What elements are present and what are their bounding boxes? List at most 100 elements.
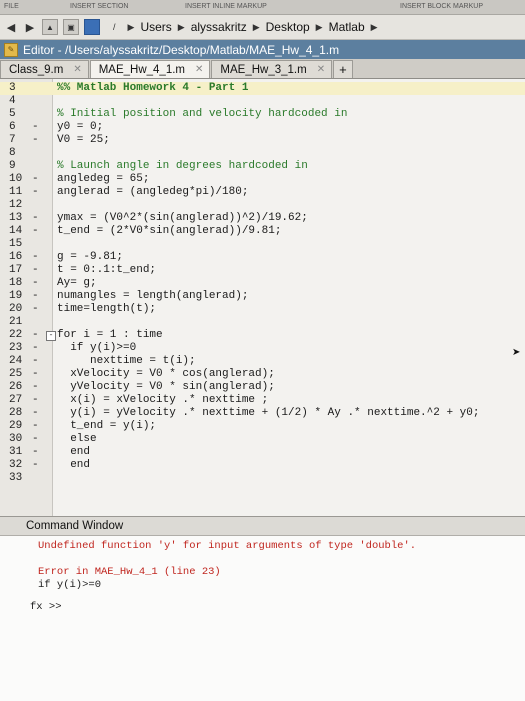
breakpoint-marker[interactable]: - xyxy=(32,264,39,277)
breakpoint-marker[interactable]: - xyxy=(32,407,39,420)
ribbon-insert-block-markup[interactable]: INSERT BLOCK MARKUP xyxy=(400,3,483,10)
code-text: yVelocity = V0 * sin(anglerad); xyxy=(57,381,275,393)
close-icon[interactable]: ✕ xyxy=(73,64,81,75)
code-line[interactable]: 33 xyxy=(0,472,525,485)
code-text: Ay= g; xyxy=(57,277,97,289)
breadcrumb-matlab[interactable]: Matlab xyxy=(329,20,365,34)
breakpoint-marker[interactable]: - xyxy=(32,121,39,134)
code-line[interactable]: 11- anglerad = (angledeg*pi)/180; xyxy=(0,186,525,199)
code-line[interactable]: 26- yVelocity = V0 * sin(anglerad); xyxy=(0,381,525,394)
code-line[interactable]: 18- Ay= g; xyxy=(0,277,525,290)
tab-label: Class_9.m xyxy=(9,63,64,76)
ribbon-tab-file[interactable]: FILE xyxy=(4,3,19,10)
code-line[interactable]: 17- t = 0:.1:t_end; xyxy=(0,264,525,277)
error-message: Error in MAE_Hw_4_1 (line 23) xyxy=(38,566,221,578)
breakpoint-marker[interactable]: - xyxy=(32,342,39,355)
code-line[interactable]: 3 %% Matlab Homework 4 - Part 1 xyxy=(0,82,525,95)
breakpoint-marker[interactable]: - xyxy=(32,446,39,459)
tab-mae-hw-3-1[interactable]: MAE_Hw_3_1.m ✕ xyxy=(211,60,333,78)
breakpoint-marker[interactable]: - xyxy=(32,459,39,472)
breakpoint-marker[interactable]: - xyxy=(32,173,39,186)
breadcrumb-desktop[interactable]: Desktop xyxy=(266,20,310,34)
code-line[interactable]: 31- end xyxy=(0,446,525,459)
code-text: ymax = (V0^2*(sin(anglerad))^2)/19.62; xyxy=(57,212,308,224)
tab-class-9[interactable]: Class_9.m ✕ xyxy=(0,60,89,78)
ribbon-insert-inline-markup[interactable]: INSERT INLINE MARKUP xyxy=(185,3,267,10)
breakpoint-marker[interactable]: - xyxy=(32,394,39,407)
code-line[interactable]: 4 xyxy=(0,95,525,108)
breakpoint-marker[interactable]: - xyxy=(32,225,39,238)
fold-toggle-icon[interactable]: - xyxy=(46,331,56,341)
code-line[interactable]: 29- t_end = y(i); xyxy=(0,420,525,433)
root-folder-icon[interactable] xyxy=(84,19,100,35)
code-line[interactable]: 13- ymax = (V0^2*(sin(anglerad))^2)/19.62… xyxy=(0,212,525,225)
code-line[interactable]: 20- time=length(t); xyxy=(0,303,525,316)
line-number: 13 xyxy=(9,212,23,224)
code-text: time=length(t); xyxy=(57,303,157,315)
code-line[interactable]: 8 xyxy=(0,147,525,160)
code-line[interactable]: 19- numangles = length(anglerad); xyxy=(0,290,525,303)
line-number: 15 xyxy=(9,238,23,250)
code-line[interactable]: 24- nexttime = t(i); xyxy=(0,355,525,368)
up-folder-icon[interactable]: ▲ xyxy=(42,19,58,35)
code-line[interactable]: 30- else xyxy=(0,433,525,446)
code-line[interactable]: 6 - y0 = 0; xyxy=(0,121,525,134)
back-arrow-icon[interactable]: ◀ xyxy=(4,20,18,34)
breakpoint-marker[interactable]: - xyxy=(32,368,39,381)
command-prompt[interactable]: fx >> xyxy=(30,601,62,614)
code-line[interactable]: 25- xVelocity = V0 * cos(anglerad); xyxy=(0,368,525,381)
breakpoint-marker[interactable]: - xyxy=(32,303,39,316)
new-tab-button[interactable]: + xyxy=(333,60,353,78)
code-line[interactable]: 5 % Initial position and velocity hardcod… xyxy=(0,108,525,121)
line-number: 24 xyxy=(9,355,23,367)
code-line[interactable]: 14- t_end = (2*V0*sin(anglerad))/9.81; xyxy=(0,225,525,238)
code-line[interactable]: 32- end xyxy=(0,459,525,472)
code-line[interactable]: 15 xyxy=(0,238,525,251)
line-number: 8 xyxy=(9,147,16,159)
editor-title: Editor - /Users/alyssakritz/Desktop/Matl… xyxy=(23,42,340,57)
breakpoint-marker[interactable]: - xyxy=(32,329,39,342)
ribbon-insert-section[interactable]: INSERT SECTION xyxy=(70,3,128,10)
breadcrumb-chevron-icon[interactable]: ▶ xyxy=(371,22,378,33)
code-text: y(i) = yVelocity .* nexttime + (1/2) * A… xyxy=(57,407,480,419)
code-line[interactable]: 10- angledeg = 65; xyxy=(0,173,525,186)
code-line[interactable]: 28- y(i) = yVelocity .* nexttime + (1/2)… xyxy=(0,407,525,420)
command-window[interactable]: Command Window Undefined function 'y' fo… xyxy=(0,516,525,701)
code-line[interactable]: 7 - V0 = 25; xyxy=(0,134,525,147)
breakpoint-marker[interactable]: - xyxy=(32,433,39,446)
code-line[interactable]: 22- - for i = 1 : time xyxy=(0,329,525,342)
code-line[interactable]: 9 % Launch angle in degrees hardcoded in xyxy=(0,160,525,173)
error-message: Undefined function 'y' for input argumen… xyxy=(38,540,417,552)
breakpoint-marker[interactable]: - xyxy=(32,212,39,225)
forward-arrow-icon[interactable]: ▶ xyxy=(23,20,37,34)
code-editor[interactable]: 3 %% Matlab Homework 4 - Part 1 4 5 % Initia… xyxy=(0,79,525,516)
code-line[interactable]: 12 xyxy=(0,199,525,212)
code-line[interactable]: 23- if y(i)>=0 xyxy=(0,342,525,355)
breadcrumb: / ▶ Users ▶ alyssakritz ▶ Desktop ▶ Matl… xyxy=(107,20,384,34)
browse-folder-icon[interactable]: ▣ xyxy=(63,19,79,35)
breakpoint-marker[interactable]: - xyxy=(32,277,39,290)
code-line[interactable]: 21 xyxy=(0,316,525,329)
breakpoint-marker[interactable]: - xyxy=(32,381,39,394)
breadcrumb-users[interactable]: Users xyxy=(140,20,171,34)
code-text: y0 = 0; xyxy=(57,121,104,133)
code-text: if y(i)>=0 xyxy=(57,342,137,354)
breakpoint-marker[interactable]: - xyxy=(32,186,39,199)
breadcrumb-alyssakritz[interactable]: alyssakritz xyxy=(191,20,247,34)
breakpoint-marker[interactable]: - xyxy=(32,134,39,147)
breadcrumb-chevron-icon: ▶ xyxy=(315,21,323,32)
code-text: angledeg = 65; xyxy=(57,173,150,185)
code-line[interactable]: 27- x(i) = xVelocity .* nexttime ; xyxy=(0,394,525,407)
line-number: 5 xyxy=(9,108,16,120)
breakpoint-marker[interactable]: - xyxy=(32,355,39,368)
code-line[interactable]: 16- g = -9.81; xyxy=(0,251,525,264)
breakpoint-marker[interactable]: - xyxy=(32,420,39,433)
tab-mae-hw-4-1[interactable]: MAE_Hw_4_1.m ✕ xyxy=(89,60,211,78)
breakpoint-marker[interactable]: - xyxy=(32,290,39,303)
close-icon[interactable]: ✕ xyxy=(317,64,325,75)
breakpoint-marker[interactable]: - xyxy=(32,251,39,264)
line-number: 21 xyxy=(9,316,23,328)
code-text: t_end = (2*V0*sin(anglerad))/9.81; xyxy=(57,225,282,237)
output-line: if y(i)>=0 xyxy=(38,579,102,591)
close-icon[interactable]: ✕ xyxy=(195,64,203,75)
